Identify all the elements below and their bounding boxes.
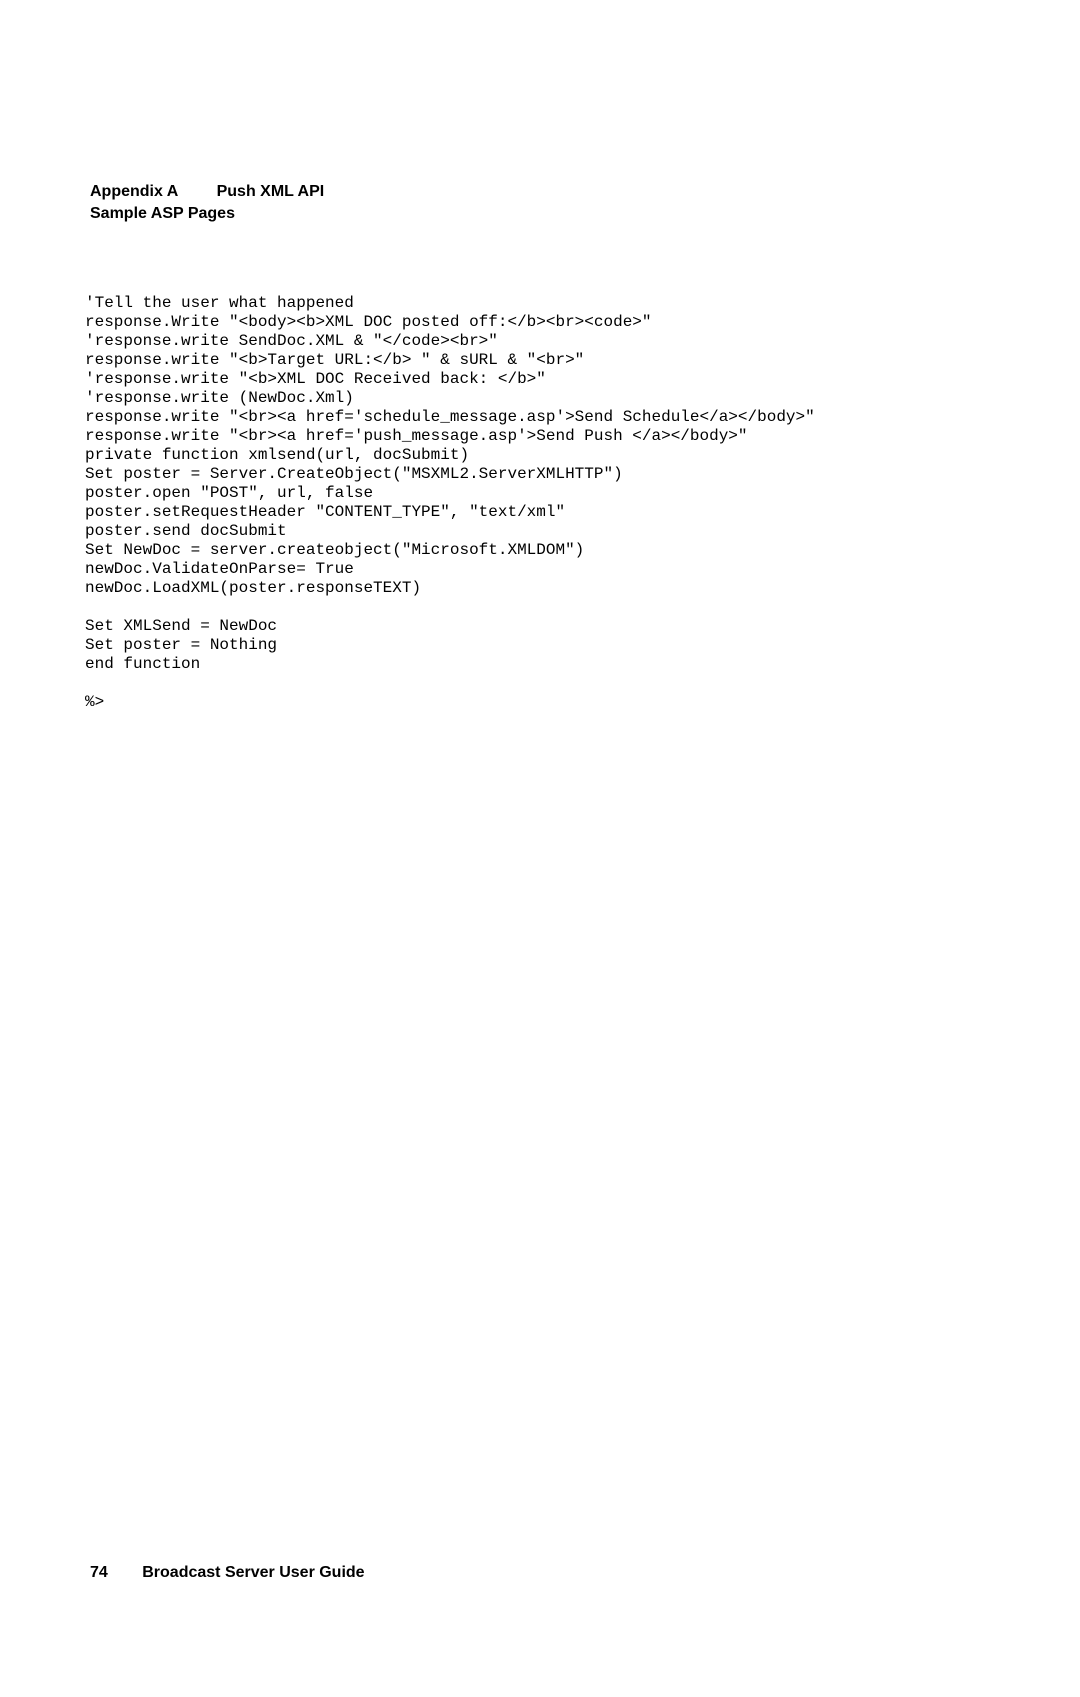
code-line: Set NewDoc = server.createobject("Micros…	[85, 541, 584, 559]
code-line: poster.open "POST", url, false	[85, 484, 373, 502]
page-header: Appendix A Push XML API Sample ASP Pages	[90, 183, 324, 223]
header-subtitle: Sample ASP Pages	[90, 205, 324, 223]
header-title: Push XML API	[217, 183, 325, 200]
code-line: 'Tell the user what happened	[85, 294, 354, 312]
code-line: 'response.write "<b>XML DOC Received bac…	[85, 370, 546, 388]
code-line: response.write "<b>Target URL:</b> " & s…	[85, 351, 584, 369]
code-line: poster.setRequestHeader "CONTENT_TYPE", …	[85, 503, 565, 521]
footer-guide-title: Broadcast Server User Guide	[142, 1564, 364, 1581]
code-line: end function	[85, 655, 200, 673]
page-footer: 74 Broadcast Server User Guide	[90, 1564, 365, 1582]
code-line: %>	[85, 693, 104, 711]
header-line-1: Appendix A Push XML API	[90, 183, 324, 201]
code-line: Set poster = Server.CreateObject("MSXML2…	[85, 465, 623, 483]
appendix-label: Appendix A	[90, 183, 178, 200]
code-line: response.Write "<body><b>XML DOC posted …	[85, 313, 652, 331]
code-line: 'response.write SendDoc.XML & "</code><b…	[85, 332, 498, 350]
code-line: 'response.write (NewDoc.Xml)	[85, 389, 354, 407]
code-line: Set XMLSend = NewDoc	[85, 617, 277, 635]
code-line: Set poster = Nothing	[85, 636, 277, 654]
code-line: response.write "<br><a href='schedule_me…	[85, 408, 815, 426]
code-line: newDoc.ValidateOnParse= True	[85, 560, 354, 578]
code-listing: 'Tell the user what happened response.Wr…	[85, 275, 815, 712]
page-number: 74	[90, 1564, 108, 1582]
code-line: poster.send docSubmit	[85, 522, 287, 540]
code-line: newDoc.LoadXML(poster.responseTEXT)	[85, 579, 421, 597]
code-line: private function xmlsend(url, docSubmit)	[85, 446, 469, 464]
code-line: response.write "<br><a href='push_messag…	[85, 427, 748, 445]
